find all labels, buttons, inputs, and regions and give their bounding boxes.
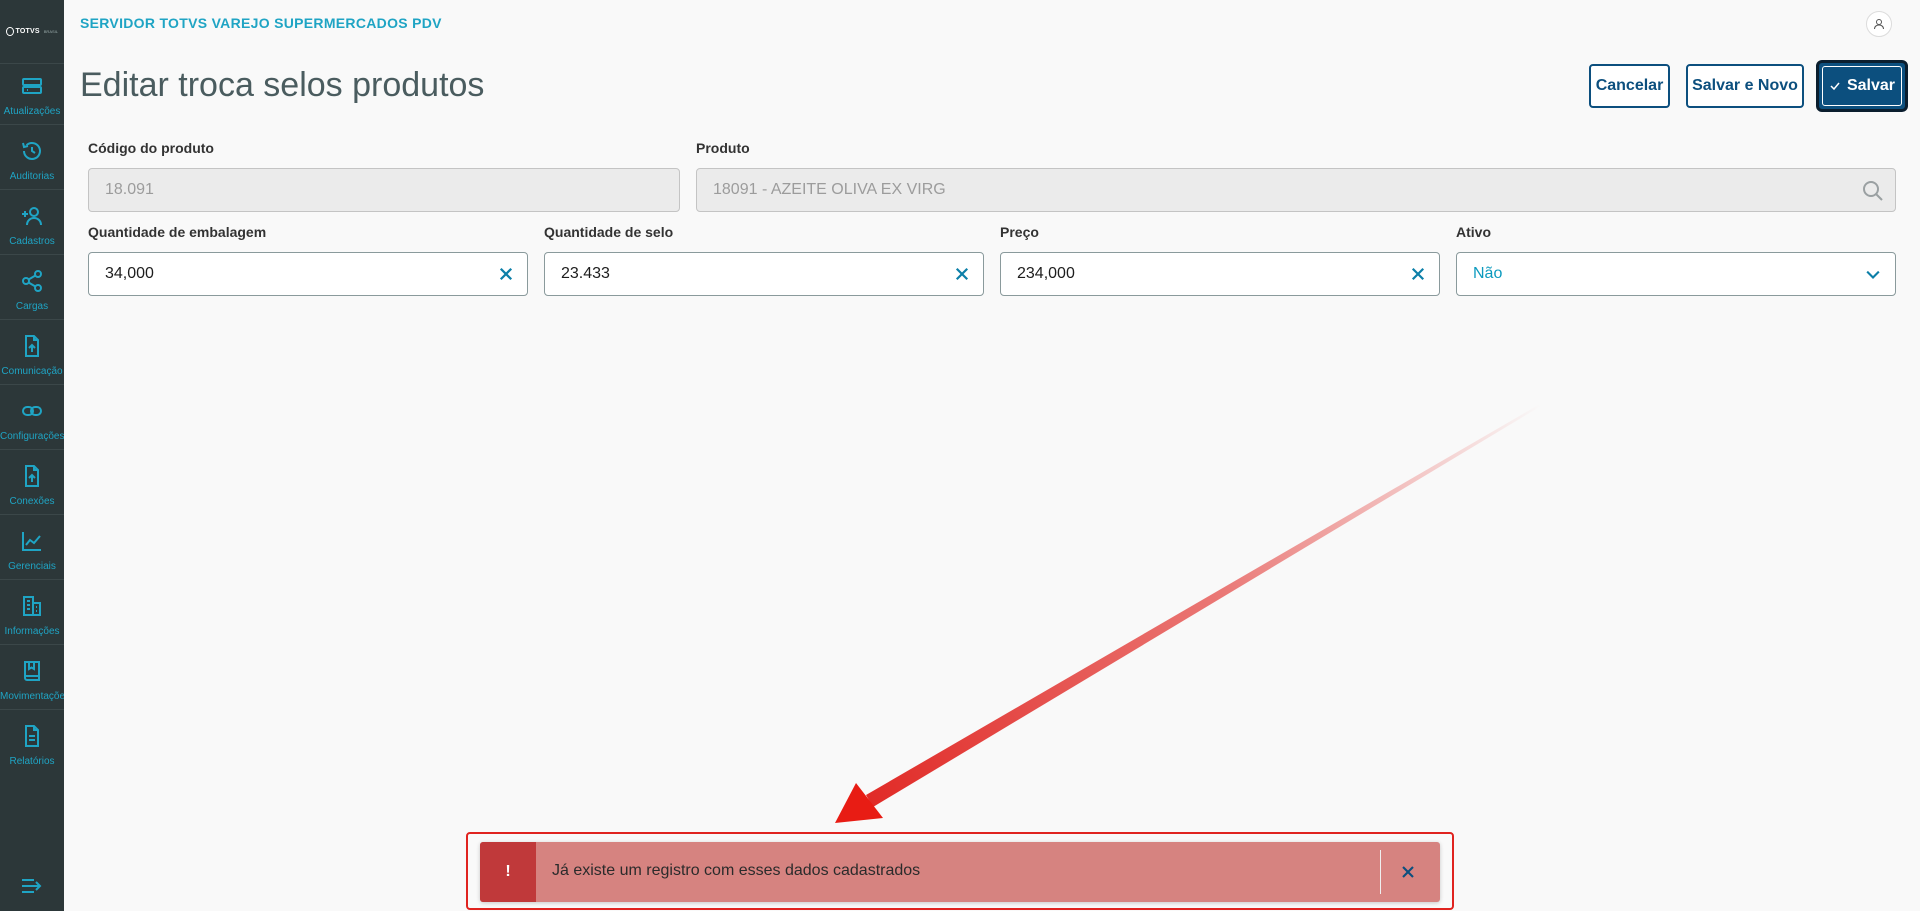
share-icon (22, 270, 42, 292)
cancel-button[interactable]: Cancelar (1589, 64, 1670, 108)
sidebar-item-comunicacao[interactable]: Comunicação (0, 324, 64, 384)
logo-mark-icon (6, 26, 14, 36)
check-icon (1830, 82, 1840, 91)
ativo-value: Não (1473, 265, 1503, 282)
add-user-icon (22, 207, 42, 226)
qtd-selo-value: 23.433 (561, 265, 610, 282)
sidebar-item-label: Conexões (9, 496, 55, 507)
error-icon: ! (480, 842, 536, 902)
produto-value: 18091 - AZEITE OLIVA EX VIRG (713, 181, 946, 198)
sidebar-item-movimentacoes[interactable]: Movimentações (0, 649, 64, 709)
chart-line-icon (22, 532, 41, 551)
sidebar-item-label: Gerenciais (8, 561, 56, 572)
codigo-field: 18.091 (88, 168, 680, 212)
toast-divider (1380, 850, 1381, 894)
sidebar-item-label: Atualizações (3, 106, 61, 117)
document-icon (25, 725, 39, 747)
user-avatar[interactable] (1866, 11, 1892, 37)
history-icon (22, 142, 41, 160)
sidebar-item-relatorios[interactable]: Relatórios (0, 714, 64, 774)
sidebar-divider (0, 189, 64, 190)
qtd-embalagem-value: 34,000 (105, 265, 154, 282)
user-icon (1874, 19, 1884, 30)
file-upload-icon (25, 465, 39, 487)
sidebar-item-label: Cadastros (9, 236, 55, 247)
logo-text: TOTVS (15, 27, 40, 35)
sidebar-item-gerenciais[interactable]: Gerenciais (0, 519, 64, 579)
sidebar-item-informacoes[interactable]: Informações (0, 584, 64, 644)
sidebar-item-auditorias[interactable]: Auditorias (0, 129, 64, 189)
close-icon[interactable] (1398, 862, 1418, 882)
sidebar-divider (0, 644, 64, 645)
ativo-select[interactable]: Não (1456, 252, 1896, 296)
sidebar-item-conexoes[interactable]: Conexões (0, 454, 64, 514)
sidebar-item-cargas[interactable]: Cargas (0, 259, 64, 319)
sidebar-divider (0, 124, 64, 125)
building-icon (23, 596, 41, 616)
sidebar-item-atualizacoes[interactable]: Atualizações (0, 64, 64, 124)
annotation-arrow-shaft (866, 404, 1541, 807)
sidebar-divider (0, 514, 64, 515)
save-button[interactable]: Salvar (1816, 60, 1908, 112)
qtd-embalagem-field[interactable]: 34,000 (88, 252, 528, 296)
codigo-value: 18.091 (105, 181, 154, 198)
sidebar-divider (0, 709, 64, 710)
save-button-inner: Salvar (1822, 66, 1902, 106)
sidebar-divider (0, 319, 64, 320)
preco-label: Preço (1000, 224, 1039, 240)
chevron-down-icon (1866, 270, 1880, 279)
qtd-embalagem-label: Quantidade de embalagem (88, 224, 267, 240)
annotation-arrow-head (835, 783, 883, 823)
sidebar-item-label: Comunicação (1, 366, 63, 377)
preco-field[interactable]: 234,000 (1000, 252, 1440, 296)
logo-sub: BRASIL (43, 28, 58, 34)
save-button-label: Salvar (1846, 77, 1896, 94)
save-and-new-button[interactable]: Salvar e Novo (1686, 64, 1804, 108)
server-icon (22, 78, 42, 94)
totvs-logo: TOTVS BRASIL (6, 24, 58, 38)
search-icon (1863, 181, 1883, 201)
page-title: Editar troca selos produtos (80, 66, 485, 104)
file-upload-icon (25, 335, 39, 357)
sidebar: TOTVS BRASIL Atualizações Auditorias Cad… (0, 0, 64, 911)
annotation-arrow (835, 404, 1541, 823)
book-icon (24, 661, 40, 681)
ativo-label: Ativo (1456, 224, 1491, 240)
preco-value: 234,000 (1017, 265, 1075, 282)
sidebar-item-label: Relatórios (9, 756, 55, 767)
app-header-title: SERVIDOR TOTVS VAREJO SUPERMERCADOS PDV (80, 15, 442, 31)
produto-lookup-field: 18091 - AZEITE OLIVA EX VIRG (696, 168, 1896, 212)
expand-menu-icon[interactable] (20, 876, 44, 896)
sidebar-item-configuracoes[interactable]: Configurações (0, 389, 64, 449)
clear-icon[interactable] (1409, 265, 1427, 283)
produto-label: Produto (696, 140, 750, 156)
sidebar-item-label: Movimentações (0, 691, 64, 702)
sidebar-item-label: Cargas (15, 301, 49, 312)
qtd-selo-label: Quantidade de selo (544, 224, 674, 240)
toast-message: Já existe um registro com esses dados ca… (552, 862, 921, 879)
sidebar-divider (0, 449, 64, 450)
sidebar-item-label: Informações (4, 626, 60, 637)
sidebar-item-label: Configurações (0, 431, 64, 442)
clear-icon[interactable] (953, 265, 971, 283)
sidebar-divider (0, 254, 64, 255)
link-icon (22, 406, 42, 416)
sidebar-divider (0, 579, 64, 580)
codigo-label: Código do produto (88, 140, 214, 156)
error-toast: ! Já existe um registro com esses dados … (480, 842, 1440, 902)
clear-icon[interactable] (497, 265, 515, 283)
sidebar-divider (0, 384, 64, 385)
sidebar-item-cadastros[interactable]: Cadastros (0, 194, 64, 254)
sidebar-item-label: Auditorias (9, 171, 55, 182)
qtd-selo-field[interactable]: 23.433 (544, 252, 984, 296)
